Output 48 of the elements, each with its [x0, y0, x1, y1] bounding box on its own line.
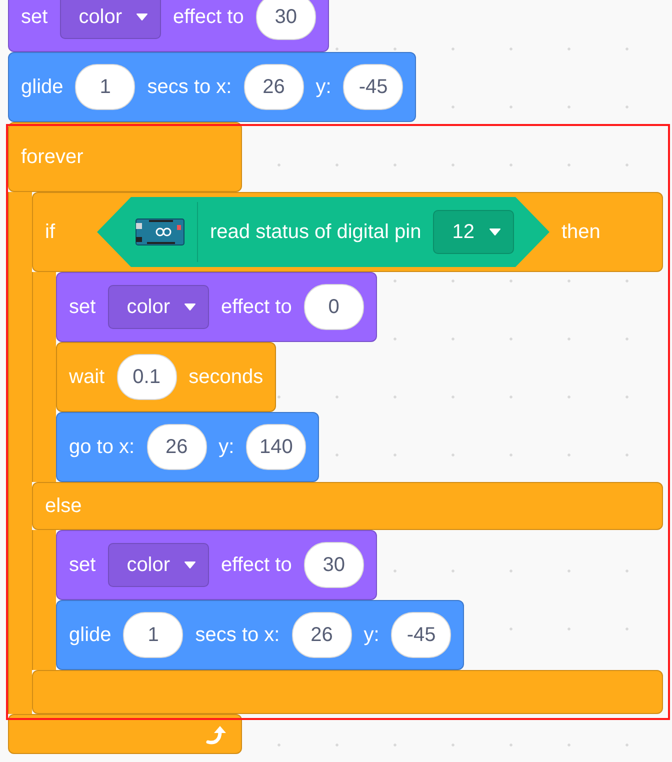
- block-label: effect to: [221, 296, 292, 318]
- number-input[interactable]: 26: [244, 64, 304, 110]
- block-label: effect to: [173, 6, 244, 28]
- code-block[interactable]: wait 0.1 seconds: [56, 342, 276, 412]
- number-input[interactable]: 0.1: [116, 354, 177, 400]
- dropdown-menu[interactable]: color: [108, 543, 210, 587]
- block-label: y:: [364, 624, 380, 646]
- block-label: wait: [69, 366, 105, 388]
- block-label: set: [69, 554, 96, 576]
- block-label: glide: [69, 624, 112, 646]
- block-label: seconds: [188, 366, 264, 388]
- dropdown-menu[interactable]: color: [60, 0, 162, 39]
- number-input[interactable]: -45: [391, 612, 452, 658]
- number-input[interactable]: -45: [343, 64, 404, 110]
- block-label: y:: [218, 436, 234, 458]
- block-label: effect to: [221, 554, 292, 576]
- code-block[interactable]: glide 1 secs to x: 26 y: -45: [56, 600, 464, 670]
- dropdown-menu[interactable]: color: [108, 285, 210, 329]
- block-label: y:: [316, 76, 332, 98]
- block-label: glide: [21, 76, 64, 98]
- block-label: else: [45, 494, 82, 518]
- block-label: secs to x:: [195, 624, 280, 646]
- block-label: set: [69, 296, 96, 318]
- block-label: then: [562, 220, 600, 244]
- block-label: read status of digital pin: [210, 220, 422, 244]
- number-input[interactable]: 30: [304, 542, 364, 588]
- number-input[interactable]: 0: [304, 284, 364, 330]
- caret-icon: [488, 228, 500, 236]
- number-input[interactable]: 30: [256, 0, 316, 40]
- caret-icon: [184, 561, 196, 569]
- number-input[interactable]: 140: [246, 424, 306, 470]
- block-label: go to x:: [69, 436, 135, 458]
- block-label: secs to x:: [147, 76, 232, 98]
- circuit-board-icon: [135, 217, 185, 247]
- block-label: set: [21, 6, 48, 28]
- code-block[interactable]: go to x: 26 y: 140: [56, 412, 320, 482]
- block-label: forever: [21, 146, 84, 168]
- code-block[interactable]: glide 1 secs to x: 26 y: -45: [8, 52, 416, 122]
- code-block[interactable]: set color effect to 30: [56, 530, 377, 600]
- code-block[interactable]: set color effect to 30: [8, 0, 329, 52]
- number-input[interactable]: 26: [146, 424, 207, 470]
- number-input[interactable]: 1: [75, 64, 136, 110]
- code-block[interactable]: set color effect to 0: [56, 272, 377, 342]
- caret-icon: [184, 303, 196, 311]
- caret-icon: [136, 13, 148, 21]
- number-input[interactable]: 26: [292, 612, 352, 658]
- block-label: if: [45, 220, 55, 244]
- number-input[interactable]: 1: [123, 612, 184, 658]
